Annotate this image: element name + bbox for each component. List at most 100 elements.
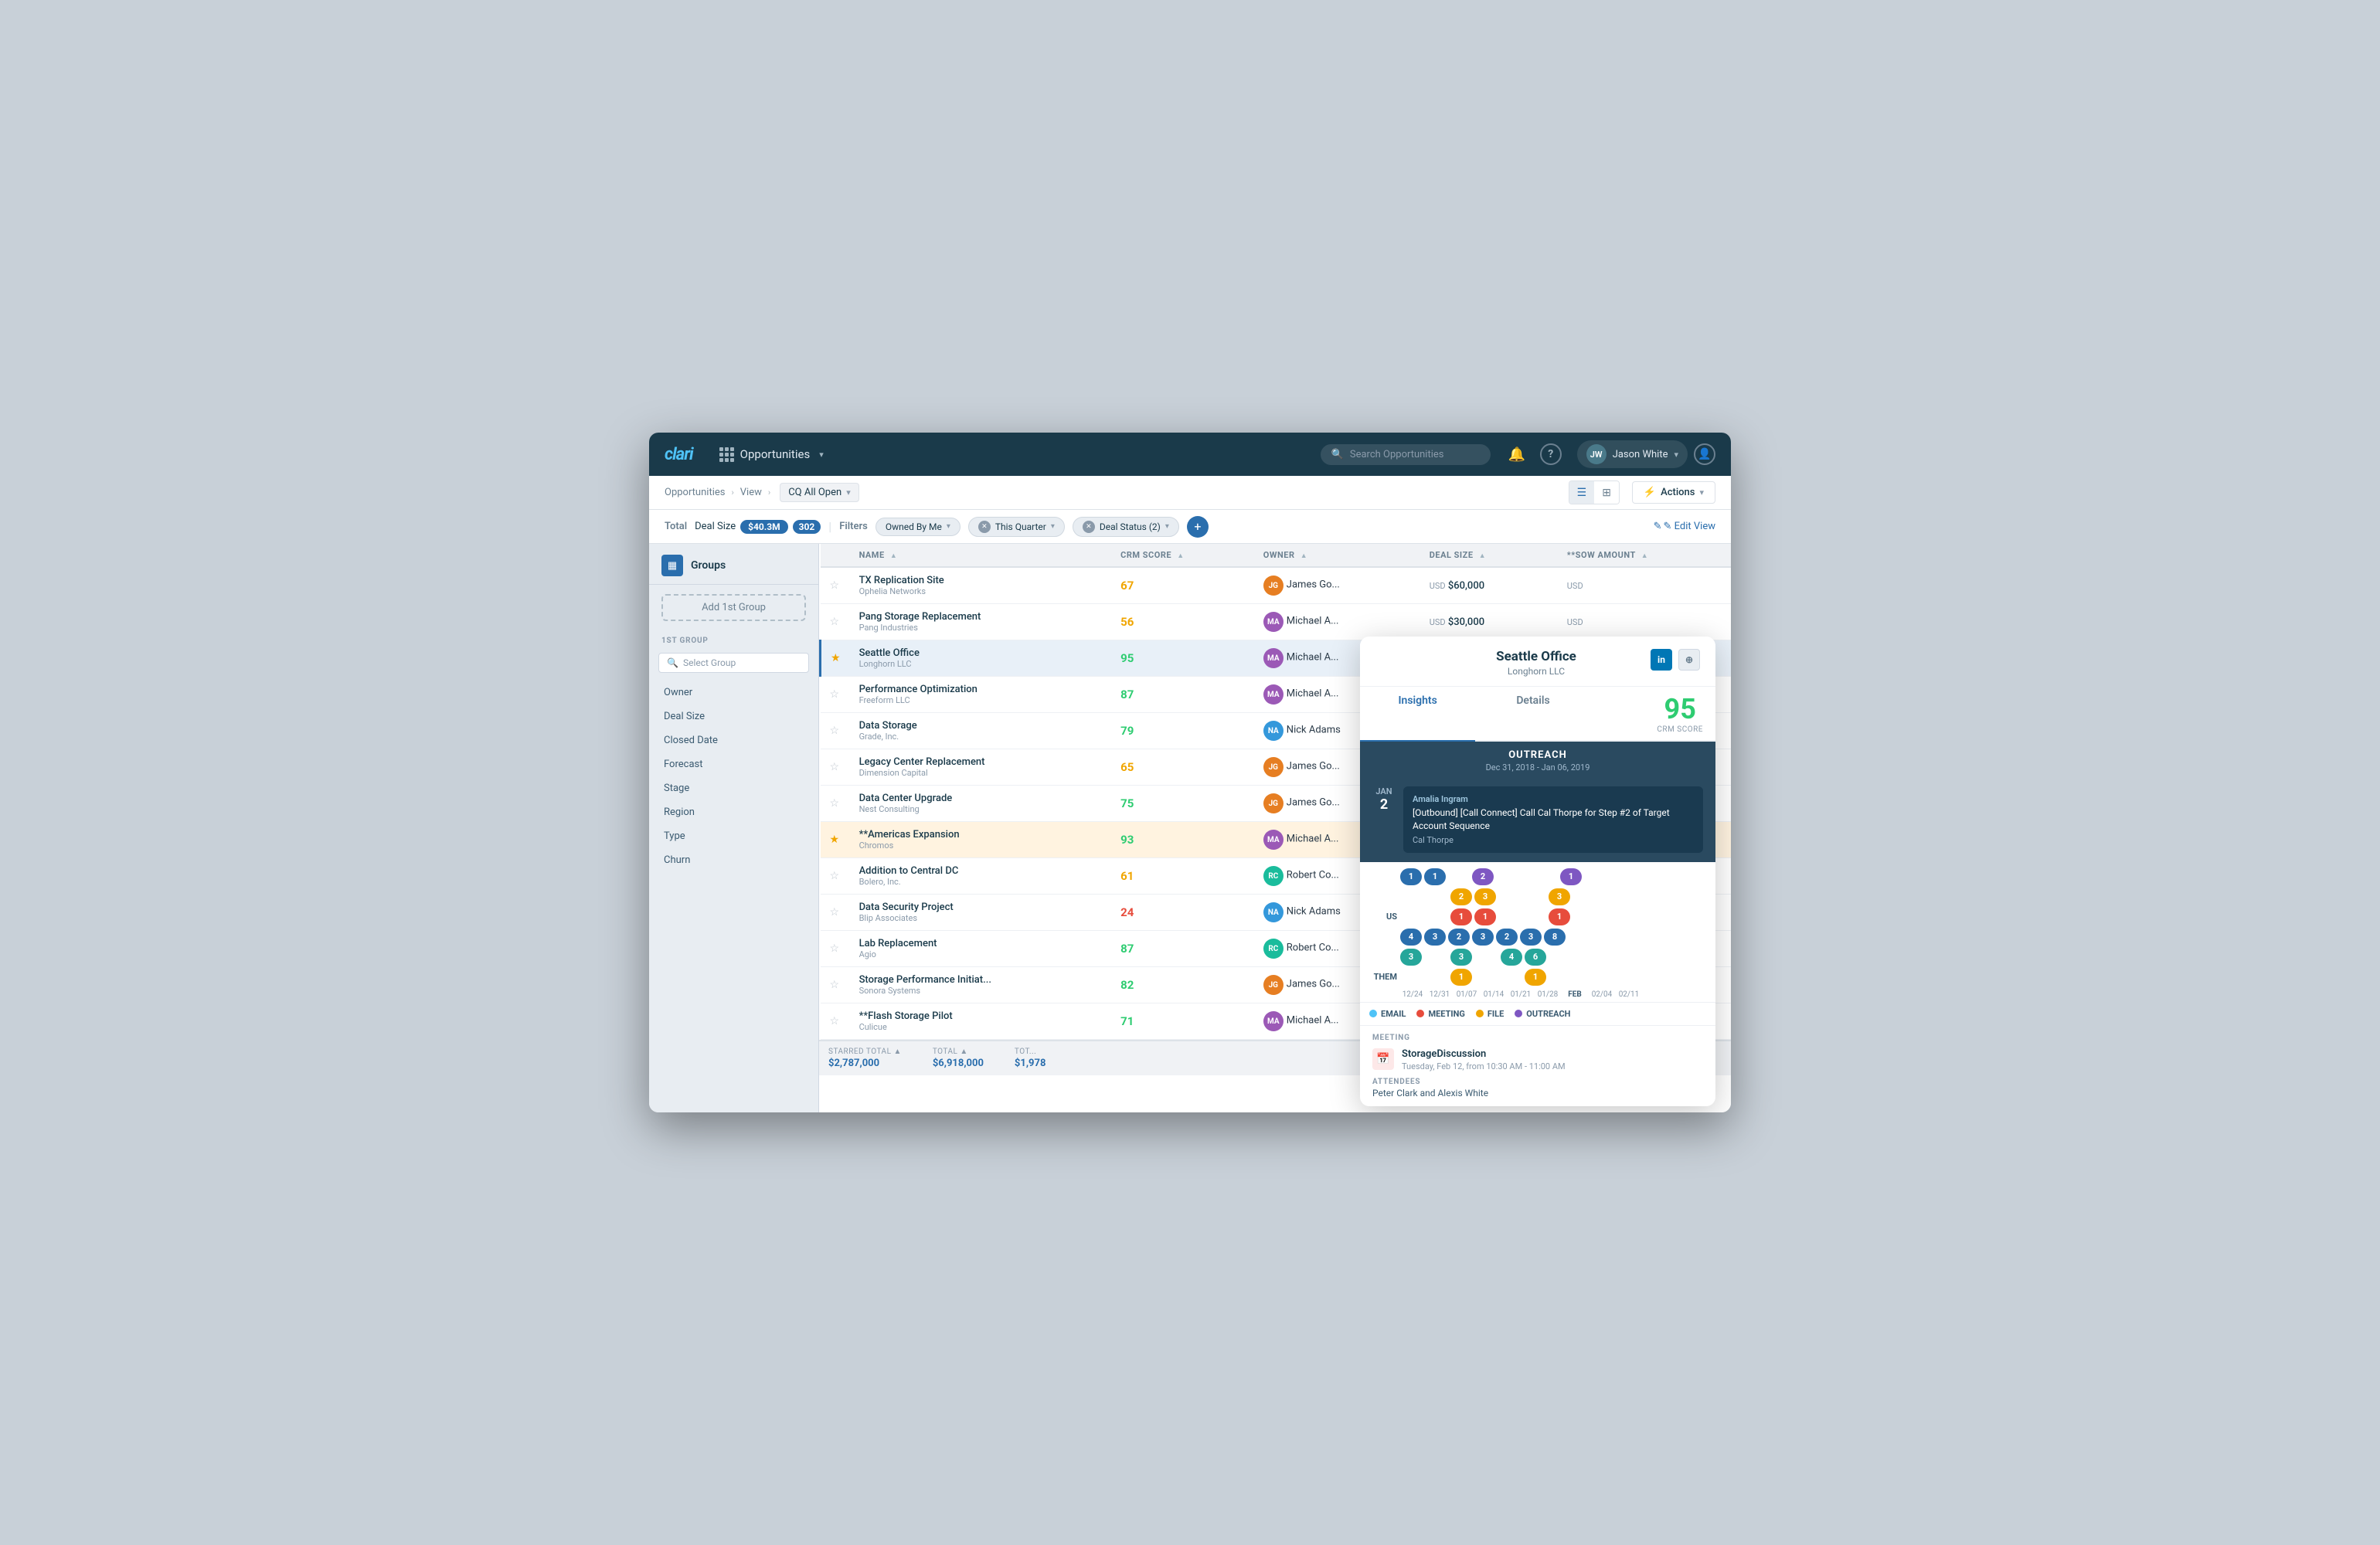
legend-meeting: MEETING xyxy=(1416,1009,1464,1019)
tab-details[interactable]: Details xyxy=(1475,687,1590,742)
sidebar-item-owner[interactable]: Owner xyxy=(649,681,818,705)
star-icon[interactable]: ☆ xyxy=(830,942,840,955)
th-deal-size[interactable]: DEAL SIZE ▲ xyxy=(1420,544,1558,567)
nav-app-label: Opportunities xyxy=(740,447,811,461)
grid-icon xyxy=(719,447,734,462)
filter-chip-deal-status[interactable]: ✕ Deal Status (2) ▾ xyxy=(1073,517,1179,537)
star-icon[interactable]: ☆ xyxy=(830,688,840,701)
deal-count: 302 xyxy=(793,520,821,534)
star-icon[interactable]: ☆ xyxy=(830,979,840,991)
name-cell[interactable]: **Flash Storage PilotCulicue xyxy=(850,1003,1112,1040)
heatmap-cell[interactable]: 3 xyxy=(1400,949,1422,966)
name-cell[interactable]: Pang Storage ReplacementPang Industries xyxy=(850,604,1112,640)
star-icon[interactable]: ☆ xyxy=(830,761,840,773)
heatmap-cell[interactable]: 3 xyxy=(1474,888,1496,905)
app-switcher[interactable]: Opportunities ▾ xyxy=(712,443,831,467)
table-row[interactable]: ☆TX Replication SiteOphelia Networks67JG… xyxy=(821,567,1732,604)
star-icon[interactable]: ★ xyxy=(831,652,841,664)
heatmap-cell[interactable]: 4 xyxy=(1501,949,1522,966)
heatmap-cell[interactable]: 2 xyxy=(1496,929,1518,946)
heatmap-cell[interactable]: 1 xyxy=(1474,908,1496,925)
heatmap-cell[interactable]: 3 xyxy=(1472,929,1494,946)
view-selector[interactable]: CQ All Open ▾ xyxy=(780,483,859,502)
heatmap-cell[interactable]: 6 xyxy=(1525,949,1546,966)
name-cell[interactable]: Data StorageGrade, Inc. xyxy=(850,713,1112,749)
sidebar-item-closed-date[interactable]: Closed Date xyxy=(649,728,818,752)
notifications-button[interactable]: 🔔 xyxy=(1506,443,1528,465)
th-name[interactable]: NAME ▲ xyxy=(850,544,1112,567)
name-cell[interactable]: Data Center UpgradeNest Consulting xyxy=(850,786,1112,822)
star-icon[interactable]: ☆ xyxy=(830,616,840,628)
footer-total: TOTAL ▲ $6,918,000 xyxy=(933,1048,984,1069)
star-icon[interactable]: ★ xyxy=(830,834,840,846)
heatmap-cell[interactable]: 1 xyxy=(1560,868,1582,885)
actions-button[interactable]: ⚡ Actions ▾ xyxy=(1632,481,1715,504)
star-icon[interactable]: ☆ xyxy=(830,1015,840,1027)
sidebar-item-churn[interactable]: Churn xyxy=(649,848,818,872)
heatmap-cell[interactable]: 2 xyxy=(1448,929,1470,946)
sidebar-search-placeholder: Select Group xyxy=(683,657,736,668)
edit-view-button[interactable]: ✎ ✎ Edit View xyxy=(1654,521,1715,532)
name-cell[interactable]: Seattle OfficeLonghorn LLC xyxy=(850,640,1112,677)
breadcrumb-view[interactable]: View xyxy=(740,487,762,498)
star-icon[interactable]: ☆ xyxy=(830,725,840,737)
heatmap-cell[interactable]: 1 xyxy=(1525,969,1546,986)
name-cell[interactable]: Storage Performance Initiat...Sonora Sys… xyxy=(850,967,1112,1003)
name-cell[interactable]: Legacy Center ReplacementDimension Capit… xyxy=(850,749,1112,786)
filter-chip-owned-by-me[interactable]: Owned By Me ▾ xyxy=(876,518,960,536)
sidebar-group-search[interactable]: 🔍 Select Group xyxy=(658,653,809,673)
sidebar-item-forecast[interactable]: Forecast xyxy=(649,752,818,776)
table-row[interactable]: ☆ Pang Storage ReplacementPang Industries… xyxy=(821,604,1732,640)
user-external-icon[interactable]: 👤 xyxy=(1694,443,1715,465)
heatmap-cell[interactable]: 1 xyxy=(1400,868,1422,885)
add-group-button[interactable]: Add 1st Group xyxy=(661,594,806,621)
heatmap-cell[interactable]: 1 xyxy=(1450,908,1472,925)
sidebar-item-region[interactable]: Region xyxy=(649,800,818,824)
remove-filter-2-icon[interactable]: ✕ xyxy=(1083,521,1095,533)
sidebar-item-stage[interactable]: Stage xyxy=(649,776,818,800)
star-icon[interactable]: ☆ xyxy=(830,906,840,919)
sidebar-groups-icon: ▦ xyxy=(661,555,683,576)
heatmap-cell[interactable]: 2 xyxy=(1450,888,1472,905)
heatmap-cell[interactable]: 1 xyxy=(1549,908,1570,925)
heatmap-cell[interactable]: 3 xyxy=(1450,949,1472,966)
heatmap-cell[interactable]: 3 xyxy=(1520,929,1542,946)
heatmap-cell[interactable]: 3 xyxy=(1424,929,1446,946)
filter-chip-this-quarter[interactable]: ✕ This Quarter ▾ xyxy=(968,517,1065,537)
add-filter-button[interactable]: + xyxy=(1187,516,1209,538)
help-button[interactable]: ? xyxy=(1540,443,1562,465)
name-cell[interactable]: Data Security ProjectBlip Associates xyxy=(850,895,1112,931)
chip-chevron-3: ▾ xyxy=(1165,522,1169,531)
name-cell[interactable]: TX Replication SiteOphelia Networks xyxy=(850,567,1112,604)
star-icon[interactable]: ☆ xyxy=(830,579,840,592)
heatmap-cell[interactable]: 2 xyxy=(1472,868,1494,885)
th-sow-amount[interactable]: **SOW AMOUNT ▲ xyxy=(1558,544,1731,567)
nav-app-chevron: ▾ xyxy=(819,450,824,460)
th-owner[interactable]: OWNER ▲ xyxy=(1254,544,1420,567)
name-cell[interactable]: Addition to Central DCBolero, Inc. xyxy=(850,858,1112,895)
linkedin-icon[interactable]: in xyxy=(1651,649,1672,671)
star-icon[interactable]: ☆ xyxy=(830,797,840,810)
heatmap-cell[interactable]: 4 xyxy=(1400,929,1422,946)
user-menu[interactable]: JW Jason White ▾ xyxy=(1577,440,1688,468)
sidebar-item-type[interactable]: Type xyxy=(649,824,818,848)
remove-filter-icon[interactable]: ✕ xyxy=(978,521,991,533)
global-search[interactable]: 🔍 Search Opportunities xyxy=(1321,444,1491,465)
heatmap-cell[interactable]: 1 xyxy=(1424,868,1446,885)
heatmap-cell[interactable]: 8 xyxy=(1544,929,1566,946)
grid-view-button[interactable]: ⊞ xyxy=(1594,481,1619,504)
tab-insights[interactable]: Insights xyxy=(1360,687,1475,742)
target-icon[interactable]: ⊕ xyxy=(1678,649,1700,671)
search-icon: 🔍 xyxy=(1331,449,1344,460)
sidebar-item-deal-size[interactable]: Deal Size xyxy=(649,705,818,728)
name-cell[interactable]: Performance OptimizationFreeform LLC xyxy=(850,677,1112,713)
th-crm-score[interactable]: CRM SCORE ▲ xyxy=(1111,544,1254,567)
star-icon[interactable]: ☆ xyxy=(830,870,840,882)
heatmap-cell[interactable]: 1 xyxy=(1450,969,1472,986)
legend-email: EMAIL xyxy=(1369,1009,1406,1019)
breadcrumb-root[interactable]: Opportunities xyxy=(665,487,725,498)
name-cell[interactable]: **Americas ExpansionChromos xyxy=(850,822,1112,858)
list-view-button[interactable]: ☰ xyxy=(1569,481,1595,504)
name-cell[interactable]: Lab ReplacementAgio xyxy=(850,931,1112,967)
heatmap-cell[interactable]: 3 xyxy=(1549,888,1570,905)
